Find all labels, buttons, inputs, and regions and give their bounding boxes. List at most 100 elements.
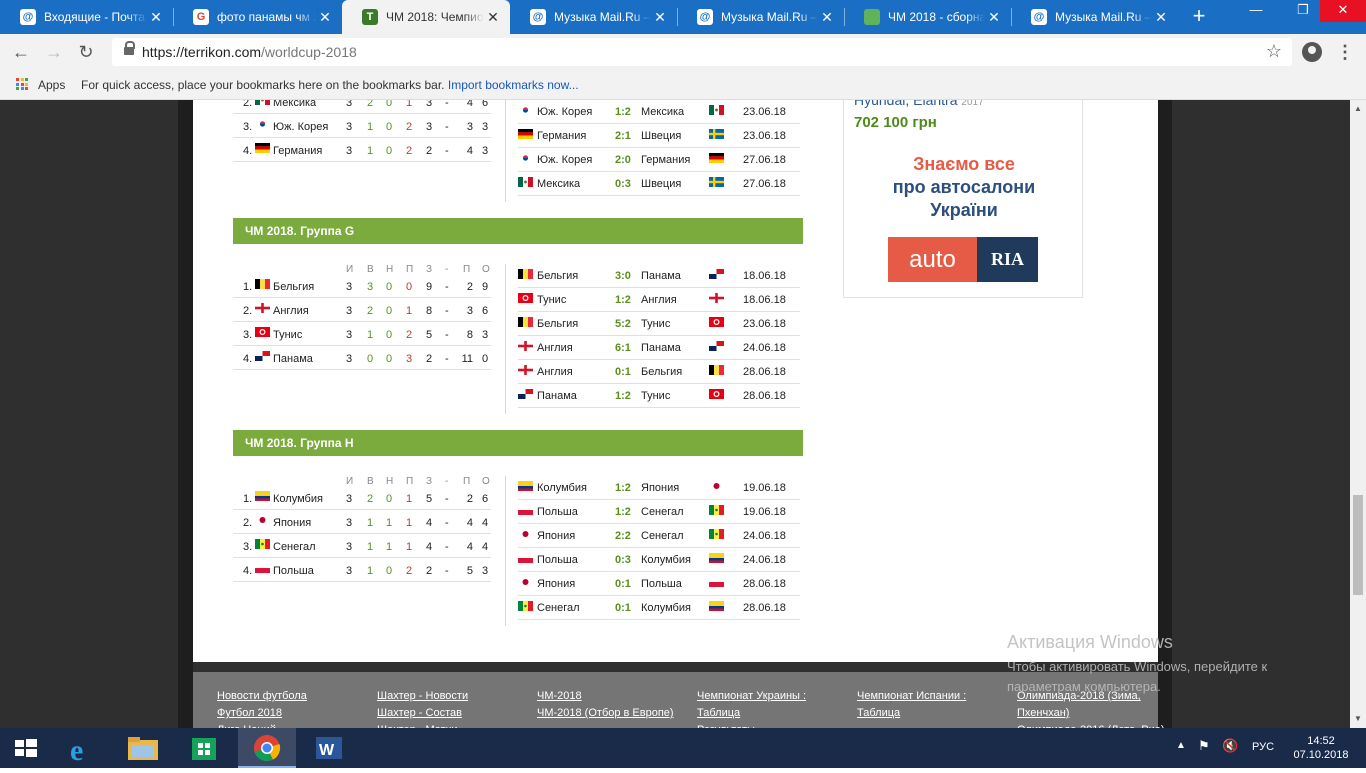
home-team[interactable]: Сенегал [537, 601, 580, 615]
match-score[interactable]: 1:2 [615, 293, 631, 307]
match-score[interactable]: 0:1 [615, 365, 631, 379]
team-name[interactable]: Юж. Корея [273, 120, 328, 134]
away-team[interactable]: Тунис [641, 317, 670, 331]
team-name[interactable]: Англия [273, 304, 309, 318]
volume-muted-icon[interactable]: 🔇 [1222, 738, 1238, 754]
scroll-up-arrow-icon[interactable]: ▲ [1350, 104, 1366, 114]
away-team[interactable]: Колумбия [641, 553, 691, 567]
standings-row[interactable]: 4. Панама 3 0 0 3 2 - 11 0 [233, 346, 491, 370]
team-name[interactable]: Колумбия [273, 492, 323, 506]
standings-row[interactable]: 2. Япония 3 1 1 1 4 - 4 4 [233, 510, 491, 534]
match-row[interactable]: Англия 6:1 Панама 24.06.18 [518, 336, 800, 360]
match-score[interactable]: 0:3 [615, 177, 631, 191]
tab-close-icon[interactable]: ✕ [484, 9, 502, 26]
account-icon[interactable] [1302, 42, 1322, 62]
match-score[interactable]: 0:1 [615, 601, 631, 615]
team-name[interactable]: Сенегал [273, 540, 316, 554]
match-score[interactable]: 0:3 [615, 553, 631, 567]
standings-row[interactable]: 4. Польша 3 1 0 2 2 - 5 3 [233, 558, 491, 582]
match-row[interactable]: Бельгия 5:2 Тунис 23.06.18 [518, 312, 800, 336]
away-team[interactable]: Англия [641, 293, 677, 307]
home-team[interactable]: Юж. Корея [537, 153, 592, 167]
close-window-button[interactable]: ✕ [1320, 0, 1366, 22]
match-row[interactable]: Панама 1:2 Тунис 28.06.18 [518, 384, 800, 408]
tab-close-icon[interactable]: ✕ [651, 9, 669, 26]
team-name[interactable]: Польша [273, 564, 314, 578]
tab-close-icon[interactable]: ✕ [147, 9, 165, 26]
home-team[interactable]: Англия [537, 365, 573, 379]
home-team[interactable]: Тунис [537, 293, 566, 307]
team-name[interactable]: Германия [273, 144, 322, 158]
word-icon[interactable]: W [300, 728, 358, 768]
standings-row[interactable]: 3. Сенегал 3 1 1 1 4 - 4 4 [233, 534, 491, 558]
match-row[interactable]: Бельгия 3:0 Панама 18.06.18 [518, 264, 800, 288]
match-row[interactable]: Колумбия 1:2 Япония 19.06.18 [518, 476, 800, 500]
footer-link[interactable]: Новости футбола [217, 688, 367, 705]
away-team[interactable]: Колумбия [641, 601, 691, 615]
home-team[interactable]: Бельгия [537, 317, 578, 331]
apps-link[interactable]: Apps [38, 78, 65, 92]
tab-close-icon[interactable]: ✕ [985, 9, 1003, 26]
match-score[interactable]: 1:2 [615, 105, 631, 119]
browser-tab[interactable]: @ Музыка Mail.Ru – с ✕ [510, 0, 677, 34]
away-team[interactable]: Сенегал [641, 505, 684, 519]
match-score[interactable]: 1:2 [615, 481, 631, 495]
standings-row[interactable]: 3. Тунис 3 1 0 2 5 - 8 3 [233, 322, 491, 346]
start-button[interactable] [0, 728, 58, 768]
home-team[interactable]: Япония [537, 529, 575, 543]
home-team[interactable]: Панама [537, 389, 577, 403]
match-score[interactable]: 1:2 [615, 389, 631, 403]
match-row[interactable]: Мексика 0:3 Швеция 27.06.18 [518, 172, 800, 196]
away-team[interactable]: Сенегал [641, 529, 684, 543]
back-button[interactable]: ← [9, 41, 33, 63]
reload-button[interactable]: ↻ [74, 41, 98, 63]
match-row[interactable]: Япония 2:2 Сенегал 24.06.18 [518, 524, 800, 548]
match-row[interactable]: Тунис 1:2 Англия 18.06.18 [518, 288, 800, 312]
standings-row[interactable]: 2. Мексика 3 2 0 1 3 - 4 6 [233, 100, 491, 114]
standings-row[interactable]: 1. Бельгия 3 3 0 0 9 - 2 9 [233, 274, 491, 298]
footer-link[interactable]: Шахтер - Новости [377, 688, 527, 705]
footer-link[interactable]: Шахтер - Состав [377, 705, 527, 722]
away-team[interactable]: Польша [641, 577, 682, 591]
match-row[interactable]: Сенегал 0:1 Колумбия 28.06.18 [518, 596, 800, 620]
home-team[interactable]: Англия [537, 341, 573, 355]
home-team[interactable]: Польша [537, 553, 578, 567]
match-score[interactable]: 2:1 [615, 129, 631, 143]
bookmark-star-icon[interactable]: ☆ [1266, 41, 1282, 62]
auto-ria-logo[interactable]: auto RIA [888, 237, 1038, 282]
apps-grid-icon[interactable] [16, 78, 28, 90]
browser-tab[interactable]: @ Музыка Mail.Ru – с ✕ [677, 0, 844, 34]
home-team[interactable]: Мексика [537, 177, 580, 191]
input-language[interactable]: РУС [1252, 741, 1274, 753]
standings-row[interactable]: 1. Колумбия 3 2 0 1 5 - 2 6 [233, 486, 491, 510]
team-name[interactable]: Панама [273, 352, 313, 366]
team-name[interactable]: Мексика [273, 100, 316, 110]
browser-tab[interactable]: G фото панамы чм 2 ✕ [173, 0, 342, 34]
home-team[interactable]: Япония [537, 577, 575, 591]
away-team[interactable]: Бельгия [641, 365, 682, 379]
standings-row[interactable]: 4. Германия 3 1 0 2 2 - 4 3 [233, 138, 491, 162]
tray-expand-icon[interactable]: ▲ [1176, 740, 1186, 751]
footer-link[interactable]: ЧМ-2018 (Отбор в Европе) [537, 705, 687, 722]
file-explorer-icon[interactable] [114, 728, 172, 768]
match-row[interactable]: Польша 0:3 Колумбия 24.06.18 [518, 548, 800, 572]
browser-menu-icon[interactable]: ⋮ [1336, 40, 1354, 64]
home-team[interactable]: Германия [537, 129, 586, 143]
browser-tab[interactable]: T ЧМ 2018: Чемпион ✕ [342, 0, 510, 34]
footer-link[interactable]: Олимпиада-2018 (Зима, Пхенчхан) [1017, 688, 1167, 722]
address-bar[interactable]: https://terrikon.com/worldcup-2018 ☆ [112, 38, 1292, 66]
match-row[interactable]: Англия 0:1 Бельгия 28.06.18 [518, 360, 800, 384]
away-team[interactable]: Германия [641, 153, 690, 167]
browser-tab[interactable]: ЧМ 2018 - сборная ✕ [844, 0, 1011, 34]
match-row[interactable]: Германия 2:1 Швеция 23.06.18 [518, 124, 800, 148]
new-tab-button[interactable]: + [1188, 5, 1210, 27]
away-team[interactable]: Швеция [641, 177, 681, 191]
team-name[interactable]: Япония [273, 516, 311, 530]
away-team[interactable]: Панама [641, 269, 681, 283]
match-score[interactable]: 2:2 [615, 529, 631, 543]
internet-explorer-icon[interactable]: e [54, 728, 112, 768]
match-score[interactable]: 0:1 [615, 577, 631, 591]
team-name[interactable]: Тунис [273, 328, 302, 342]
forward-button[interactable]: → [42, 41, 66, 63]
home-team[interactable]: Бельгия [537, 269, 578, 283]
